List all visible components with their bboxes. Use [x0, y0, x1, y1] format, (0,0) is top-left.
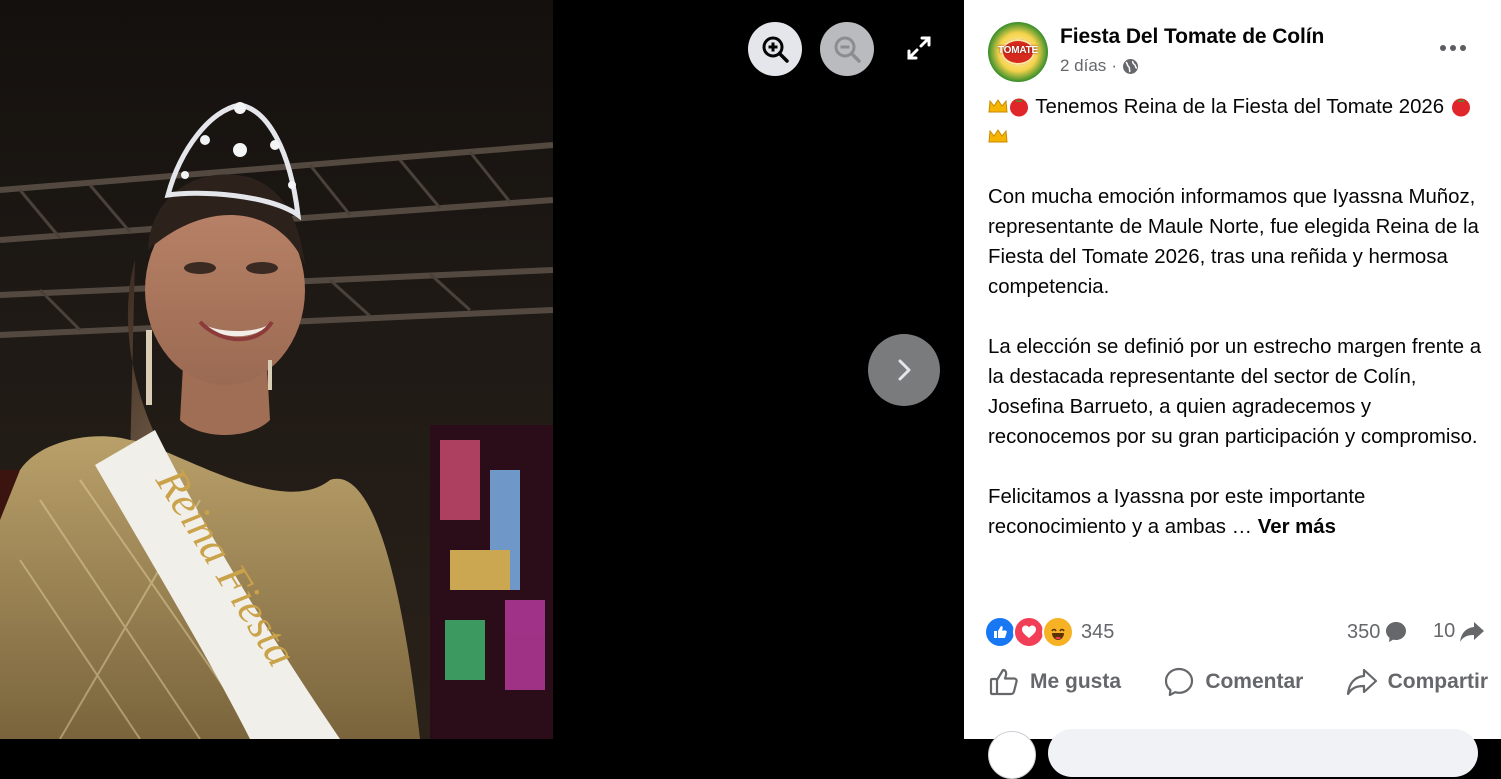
post-paragraph-1: Tenemos Reina de la Fiesta del Tomate 20…	[988, 92, 1488, 152]
share-count[interactable]: 10	[1433, 620, 1485, 643]
like-label: Me gusta	[1030, 670, 1122, 693]
meta-separator: ·	[1111, 56, 1117, 75]
tomato-emoji-icon	[1010, 98, 1028, 117]
zoom-in-button[interactable]	[748, 22, 802, 76]
reactions-summary[interactable]: 345	[984, 616, 1114, 648]
media-viewer: Reina Fiesta	[0, 0, 964, 739]
post-actions: Me gusta Comentar Compartir	[988, 662, 1488, 702]
share-button[interactable]: Compartir	[1346, 666, 1488, 698]
comment-count-value: 350	[1347, 620, 1381, 643]
like-reaction-icon	[984, 616, 1016, 648]
avatar-logo-text: TOMATE	[997, 45, 1039, 56]
post-text: Tenemos Reina de la Fiesta del Tomate 20…	[988, 92, 1488, 542]
page-name-link[interactable]: Fiesta Del Tomate de Colín	[1060, 25, 1324, 49]
more-horizontal-icon	[1440, 45, 1446, 51]
next-photo-button[interactable]	[868, 334, 940, 406]
share-count-value: 10	[1433, 620, 1456, 642]
post-meta: 2 días ·	[1060, 56, 1139, 76]
fullscreen-button[interactable]	[893, 22, 945, 74]
zoom-out-icon	[834, 36, 861, 63]
post-paragraph-4: Felicitamos a Iyassna por este important…	[988, 486, 1366, 538]
share-arrow-icon	[1460, 621, 1485, 642]
post-paragraph-3: La elección se definió por un estrecho m…	[988, 336, 1482, 448]
post-photo[interactable]: Reina Fiesta	[0, 0, 553, 739]
post-headline: Tenemos Reina de la Fiesta del Tomate 20…	[1035, 96, 1445, 118]
chevron-right-icon	[898, 359, 911, 381]
crown-emoji-icon	[988, 99, 1008, 113]
like-button[interactable]: Me gusta	[988, 666, 1121, 698]
globe-icon[interactable]	[1122, 58, 1139, 75]
haha-reaction-icon	[1042, 616, 1074, 648]
comment-label: Comentar	[1205, 670, 1304, 693]
commenter-avatar	[988, 731, 1036, 779]
comment-count[interactable]: 350	[1347, 620, 1408, 644]
thumbs-up-icon	[989, 668, 1018, 696]
zoom-in-icon	[762, 36, 789, 63]
post-panel: TOMATE Fiesta Del Tomate de Colín 2 días…	[964, 0, 1501, 779]
see-more-link[interactable]: Ver más	[1258, 516, 1336, 538]
comment-button[interactable]: Comentar	[1163, 666, 1303, 698]
share-icon	[1346, 668, 1377, 696]
post-paragraph-2: Con mucha emoción informamos que Iyassna…	[988, 186, 1479, 298]
zoom-out-button[interactable]	[820, 22, 874, 76]
tomato-emoji-icon	[1451, 98, 1470, 117]
page-avatar[interactable]: TOMATE	[988, 22, 1048, 82]
love-reaction-icon	[1013, 616, 1045, 648]
comment-icon	[1165, 667, 1194, 697]
more-options-button[interactable]	[1438, 36, 1468, 60]
comment-bubble-icon	[1386, 622, 1407, 642]
post-time[interactable]: 2 días	[1060, 56, 1106, 76]
reaction-count: 345	[1081, 620, 1115, 643]
comment-input[interactable]	[1048, 729, 1478, 777]
fullscreen-icon	[907, 36, 931, 60]
crown-emoji-icon	[988, 129, 1008, 143]
share-label: Compartir	[1387, 670, 1488, 693]
